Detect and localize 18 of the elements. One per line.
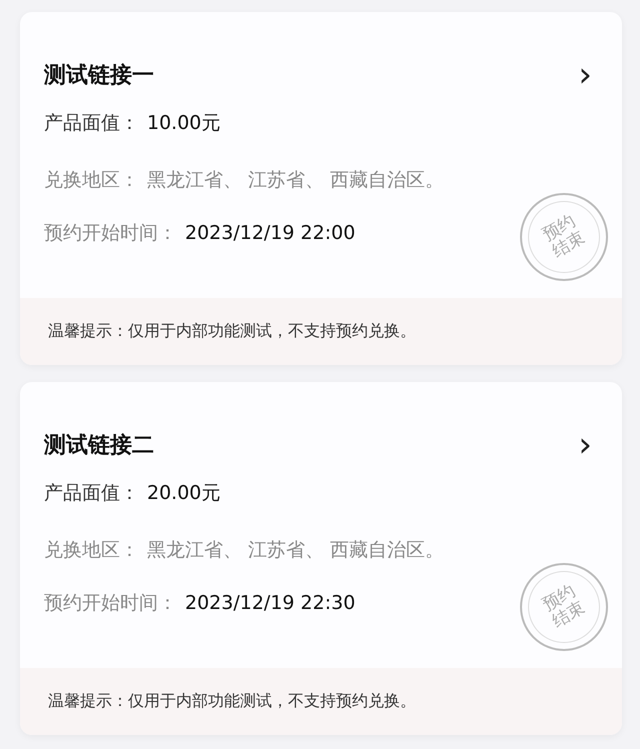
region-label: 兑换地区： <box>44 168 139 193</box>
stamp: 预约结束 <box>520 563 608 651</box>
price-value: 10.00元 <box>147 111 220 136</box>
region-value: 黑龙江省、 江苏省、 西藏自治区。 <box>147 168 444 193</box>
notice-text: 温馨提示：仅用于内部功能测试，不支持预约兑换。 <box>48 691 416 712</box>
card-title: 测试链接一 <box>44 62 154 90</box>
price-value: 20.00元 <box>147 481 220 506</box>
price-label: 产品面值： <box>44 111 139 136</box>
time-value: 2023/12/19 22:30 <box>185 592 356 614</box>
time-label: 预约开始时间： <box>44 221 177 246</box>
stamp: 预约结束 <box>520 193 608 281</box>
region-value: 黑龙江省、 江苏省、 西藏自治区。 <box>147 538 444 563</box>
region-label: 兑换地区： <box>44 538 139 563</box>
price-label: 产品面值： <box>44 481 139 506</box>
time-label: 预约开始时间： <box>44 591 177 616</box>
time-value: 2023/12/19 22:00 <box>185 222 356 244</box>
notice-text: 温馨提示：仅用于内部功能测试，不支持预约兑换。 <box>48 321 416 342</box>
card-title: 测试链接二 <box>44 432 154 460</box>
